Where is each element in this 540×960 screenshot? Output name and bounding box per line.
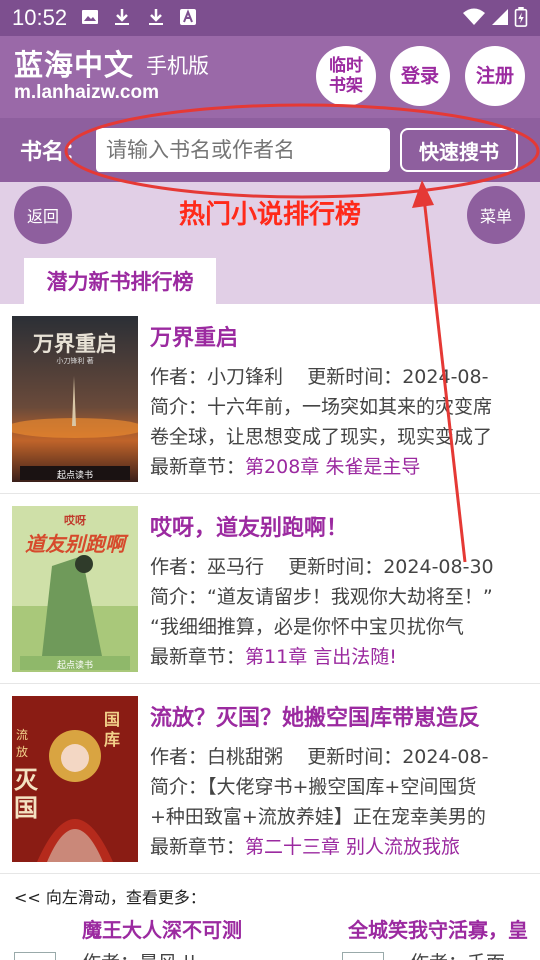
quick-search-button[interactable]: 快速搜书 — [400, 128, 518, 172]
book-intro-1: 简介：【大佬穿书+搬空国库+空间囤货 — [150, 776, 477, 798]
search-input[interactable] — [96, 128, 390, 172]
more-book-author: 作者：千面 — [410, 948, 505, 960]
cover-publisher-text: 起点读书 — [56, 471, 93, 481]
book-intro-2: +种田致富+流放养娃】正在宠幸美男的 — [150, 806, 486, 828]
book-cover[interactable]: 哎呀 道友别跑啊 起点读书 — [12, 506, 138, 672]
cover-small-text: 哎呀 — [64, 514, 86, 527]
cover-author-text: 小刀锋利 著 — [56, 357, 94, 365]
author-label: 作者： — [150, 366, 208, 388]
book-meta: 作者：小刀锋利 更新时间：2024-08- — [150, 362, 528, 389]
book-update-time: 2024-08- — [402, 746, 489, 768]
site-subtitle: 手机版 — [146, 54, 209, 78]
temp-bookshelf-label-1: 临时 — [329, 56, 363, 76]
book-intro-2: “我细细推算，必是你怀中宝贝扰你气 — [150, 616, 464, 638]
download-icon-2 — [149, 9, 163, 25]
update-label: 更新时间： — [288, 556, 384, 578]
book-list-item[interactable]: 流放 灭国 国库 流放？灭国？她搬空国库带崽造反 作者：白桃甜粥 更新时间：20… — [0, 684, 540, 874]
book-latest: 最新章节：第二十三章 别人流放我旅 — [150, 832, 528, 859]
menu-button[interactable]: 菜单 — [467, 186, 525, 244]
back-button[interactable]: 返回 — [14, 186, 72, 244]
cover-publisher-text: 起点读书 — [56, 661, 93, 671]
image-notification-icon — [82, 10, 98, 24]
more-book-author: 作者：晨风 || — [82, 948, 196, 960]
book-list-item[interactable]: 万界重启 小刀锋利 著 起点读书 万界重启 作者：小刀锋利 更新时间：2024-… — [0, 304, 540, 494]
search-label: 书名： — [20, 140, 87, 165]
wifi-icon — [463, 8, 485, 25]
cover-extra-text: 国库 — [104, 710, 121, 749]
book-cover[interactable]: 万界重启 小刀锋利 著 起点读书 — [12, 316, 138, 482]
book-update-time: 2024-08- — [402, 366, 489, 388]
book-title[interactable]: 流放？灭国？她搬空国库带崽造反 — [150, 700, 480, 732]
update-label: 更新时间： — [307, 366, 403, 388]
latest-label: 最新章节： — [150, 456, 246, 478]
nav-bar: 热门小说排行榜 返回 菜单 — [0, 182, 540, 246]
login-button[interactable]: 登录 — [390, 46, 450, 106]
latest-chapter-link[interactable]: 第11章 言出法随! — [245, 646, 397, 668]
cover-title-text: 万界重启 — [33, 331, 117, 356]
author-label: 作者： — [150, 746, 208, 768]
book-intro-1: 简介：“道友请留步！我观你大劫将至！” — [150, 586, 493, 608]
tab-bar: 潜力新书排行榜 — [0, 246, 540, 304]
status-bar: 10:52 — [0, 0, 540, 36]
latest-chapter-link[interactable]: 第208章 朱雀是主导 — [245, 456, 420, 478]
temp-bookshelf-label-2: 书架 — [329, 76, 363, 96]
cover-small-text: 流放 — [16, 728, 29, 759]
tab-potential-new-books[interactable]: 潜力新书排行榜 — [24, 258, 216, 304]
update-label: 更新时间： — [307, 746, 403, 768]
book-intro-1: 简介：十六年前，一场突如其来的灾变席 — [150, 396, 493, 418]
latest-label: 最新章节： — [150, 646, 246, 668]
cover-title-text: 道友别跑啊 — [25, 532, 125, 556]
temp-bookshelf-button[interactable]: 临时 书架 — [316, 46, 376, 106]
more-book-title[interactable]: 全城笑我守活寡，皇 — [348, 914, 540, 943]
book-latest: 最新章节：第208章 朱雀是主导 — [150, 452, 528, 479]
book-title[interactable]: 哎呀，道友别跑啊！ — [150, 510, 348, 542]
more-book-cover[interactable] — [342, 952, 384, 960]
status-time: 10:52 — [12, 5, 68, 30]
book-update-time: 2024-08-30 — [383, 556, 494, 578]
author-label: 作者： — [150, 556, 208, 578]
book-author: 小刀锋利 — [207, 366, 284, 388]
latest-chapter-link[interactable]: 第二十三章 别人流放我旅 — [245, 836, 460, 858]
book-intro-2: 卷全球，让思想变成了现实，现实变成了 — [150, 426, 493, 448]
search-bar: 书名： 快速搜书 — [0, 118, 540, 182]
book-list-item[interactable]: 哎呀 道友别跑啊 起点读书 哎呀，道友别跑啊！ 作者：巫马行 更新时间：2024… — [0, 494, 540, 684]
book-meta: 作者：白桃甜粥 更新时间：2024-08- — [150, 742, 528, 769]
latest-label: 最新章节： — [150, 836, 246, 858]
book-title[interactable]: 万界重启 — [150, 320, 238, 352]
book-author: 巫马行 — [207, 556, 265, 578]
page-title: 热门小说排行榜 — [178, 200, 361, 230]
more-book-title[interactable]: 魔王大人深不可测 — [82, 914, 242, 943]
register-button[interactable]: 注册 — [465, 46, 525, 106]
book-latest: 最新章节：第11章 言出法随! — [150, 642, 528, 669]
text-notification-icon — [180, 9, 196, 25]
site-title[interactable]: 蓝海中文 — [14, 42, 134, 84]
book-meta: 作者：巫马行 更新时间：2024-08-30 — [150, 552, 528, 579]
book-author: 白桃甜粥 — [207, 746, 284, 768]
signal-icon — [492, 9, 508, 25]
scroll-hint: << 向左滑动，查看更多： — [14, 888, 206, 907]
download-icon — [115, 9, 129, 25]
book-cover[interactable]: 流放 灭国 国库 — [12, 696, 138, 862]
site-header: 蓝海中文 手机版 m.lanhaizw.com 临时 书架 登录 注册 — [0, 36, 540, 118]
cover-title-text: 灭国 — [14, 766, 38, 822]
more-book-cover[interactable] — [14, 952, 56, 960]
battery-icon — [514, 7, 528, 27]
site-domain: m.lanhaizw.com — [14, 82, 159, 103]
